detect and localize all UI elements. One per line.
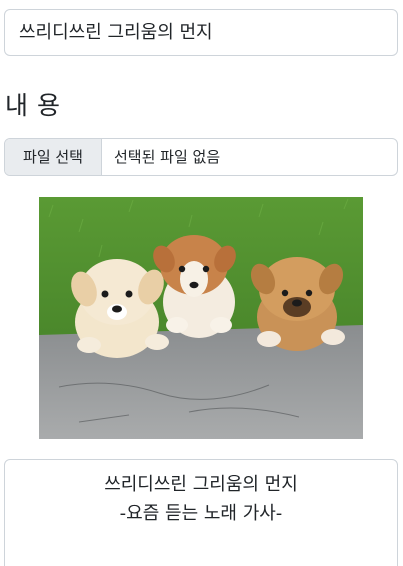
file-select-button[interactable]: 파일 선택 xyxy=(5,139,102,175)
puppies-illustration xyxy=(39,197,363,439)
content-line-2: -요즘 듣는 노래 가사- xyxy=(119,503,283,524)
file-status-text: 선택된 파일 없음 xyxy=(114,148,221,166)
title-input[interactable]: 쓰리디쓰린 그리움의 먼지 xyxy=(4,9,398,56)
content-line-1: 쓰리디쓰린 그리움의 먼지 xyxy=(104,474,298,495)
file-input[interactable]: 파일 선택 선택된 파일 없음 xyxy=(4,138,398,176)
section-heading: 내 용 xyxy=(5,91,61,120)
puppy-right xyxy=(250,257,345,351)
puppy-left xyxy=(71,259,169,358)
content-textarea[interactable]: 쓰리디쓰린 그리움의 먼지 -요즘 듣는 노래 가사- xyxy=(4,459,398,566)
puppies-photo xyxy=(39,197,363,439)
